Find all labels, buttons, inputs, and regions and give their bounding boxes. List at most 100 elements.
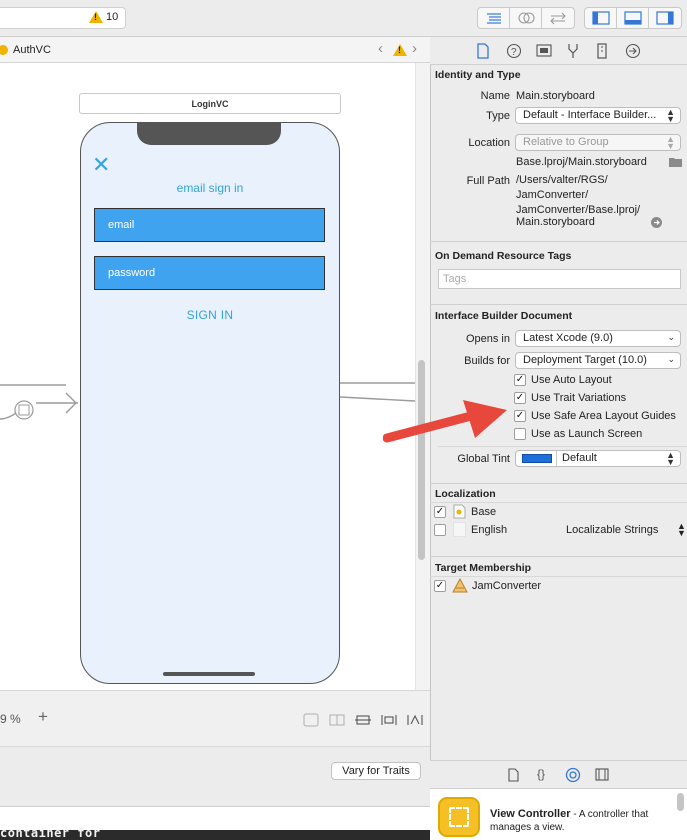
jumpbar-back-icon[interactable]: ‹ [378,40,383,57]
tint-color-swatch [522,454,552,463]
console-text: container for [0,826,101,840]
panel-toggle-group [584,7,682,29]
device-notch [137,122,281,145]
full-path-line-3: JamConverter/Base.lproj/ [516,204,641,216]
popup-arrows-icon[interactable]: ▲ ▼ [677,522,686,538]
localization-english-label: English [471,524,508,536]
close-icon[interactable]: ✕ [92,154,110,176]
opens-in-value: Latest Xcode (9.0) [523,332,613,344]
opens-in-label: Opens in [465,333,510,345]
popup-arrows-icon: ▲ ▼ [666,450,675,467]
section-divider [430,556,687,557]
section-divider [430,304,687,305]
svg-text:?: ? [511,47,517,58]
library-item-desc-1: - A controller that [570,809,649,820]
jump-bar: AuthVC ‹ › [0,37,430,63]
assistant-editor-button[interactable] [510,8,542,28]
quick-help-icon[interactable]: ? [506,43,522,59]
section-divider [430,241,687,242]
version-editor-icon [550,12,566,25]
builds-for-popup[interactable]: Deployment Target (10.0) ⌄ [515,352,681,369]
identity-inspector-icon[interactable] [536,44,552,58]
use-auto-layout-label: Use Auto Layout [531,374,612,386]
warning-count[interactable]: 10 [106,11,118,23]
use-trait-variations-checkbox[interactable]: ✓ [514,392,526,404]
code-snippet-icon[interactable]: {} [537,767,545,781]
xcode-window: 10 AuthVC ‹ › [0,0,687,840]
file-template-icon[interactable] [508,768,520,782]
zoom-level[interactable]: 9 % [0,712,21,726]
email-field[interactable]: email [94,208,325,242]
empty-file-icon [453,522,466,537]
subsection-divider [430,502,687,503]
view-controller-icon-inner [449,807,469,827]
location-label: Location [468,137,510,149]
app-target-icon [452,578,468,593]
reveal-arrow-icon[interactable] [651,217,662,228]
canvas-scrollbar-thumb[interactable] [418,360,425,560]
utilities-panel-icon [656,11,674,25]
version-editor-button[interactable] [542,8,574,28]
home-indicator [163,672,255,676]
use-trait-variations-label: Use Trait Variations [531,392,627,404]
target-jamconverter-checkbox[interactable]: ✓ [434,580,446,592]
sign-in-button[interactable]: SIGN IN [80,308,340,322]
location-popup-value: Relative to Group [523,136,609,148]
toggle-navigator-button[interactable] [585,8,617,28]
localization-english-checkbox[interactable] [434,524,446,536]
full-path-label: Full Path [466,175,510,187]
localization-base-checkbox[interactable]: ✓ [434,506,446,518]
toggle-utilities-button[interactable] [649,8,681,28]
localization-english-type[interactable]: Localizable Strings [566,524,658,536]
location-popup[interactable]: Relative to Group ▲ ▼ [515,134,681,151]
standard-editor-button[interactable] [478,8,510,28]
type-popup[interactable]: Default - Interface Builder... ▲ ▼ [515,107,681,124]
type-label: Type [486,110,510,122]
identity-section-title: Identity and Type [435,69,521,81]
opens-in-popup[interactable]: Latest Xcode (9.0) ⌄ [515,330,681,347]
global-tint-value: Default [562,452,597,464]
media-library-icon[interactable] [595,768,609,781]
builds-for-label: Builds for [464,355,510,367]
type-popup-value: Default - Interface Builder... [523,109,657,121]
inspector-tabs: ? [430,37,687,65]
storyboard-file-icon [453,504,466,519]
subsection-divider [430,576,687,577]
library-item-title: View Controller [490,808,571,820]
use-as-launch-screen-label: Use as Launch Screen [531,428,643,440]
attributes-inspector-icon[interactable] [566,43,580,59]
library-scrollbar-thumb[interactable] [677,793,684,811]
jumpbar-file[interactable]: AuthVC [13,44,51,56]
jumpbar-warning-icon[interactable] [393,44,407,56]
password-field[interactable]: password [94,256,325,290]
size-inspector-icon[interactable] [596,43,608,59]
use-as-launch-screen-checkbox[interactable] [514,428,526,440]
toggle-debug-area-button[interactable] [617,8,649,28]
jumpbar-forward-icon[interactable]: › [412,40,417,57]
global-tint-popup[interactable]: Default ▲ ▼ [515,450,681,467]
folder-icon[interactable] [669,157,682,167]
chevron-down-icon: ⌄ [667,354,675,364]
connections-inspector-icon[interactable] [625,43,641,59]
iphone-x-scene[interactable] [80,122,340,684]
canvas-footer-bar: 9 % + [0,690,430,746]
library-item-title-row[interactable]: View Controller - A controller that [490,808,648,820]
chevron-down-icon: ⌄ [667,332,675,342]
use-safe-area-checkbox[interactable]: ✓ [514,410,526,422]
name-value: Main.storyboard [516,90,595,102]
location-path: Base.lproj/Main.storyboard [516,156,647,168]
full-path-line-2: JamConverter/ [516,189,589,201]
localization-section-title: Localization [435,488,496,500]
zoom-in-icon[interactable]: + [38,707,48,727]
use-auto-layout-checkbox[interactable]: ✓ [514,374,526,386]
editor-mode-group [477,7,575,29]
annotation-arrow [383,400,507,443]
scene-title-bar[interactable]: LoginVC [79,93,341,114]
tags-field[interactable]: Tags [438,269,681,289]
vary-for-traits-button[interactable]: Vary for Traits [331,762,421,780]
name-label: Name [480,90,510,102]
file-inspector-icon[interactable] [476,43,490,59]
standard-editor-icon [487,13,501,24]
target-jamconverter-label: JamConverter [472,580,542,592]
object-library-icon[interactable] [565,767,581,783]
